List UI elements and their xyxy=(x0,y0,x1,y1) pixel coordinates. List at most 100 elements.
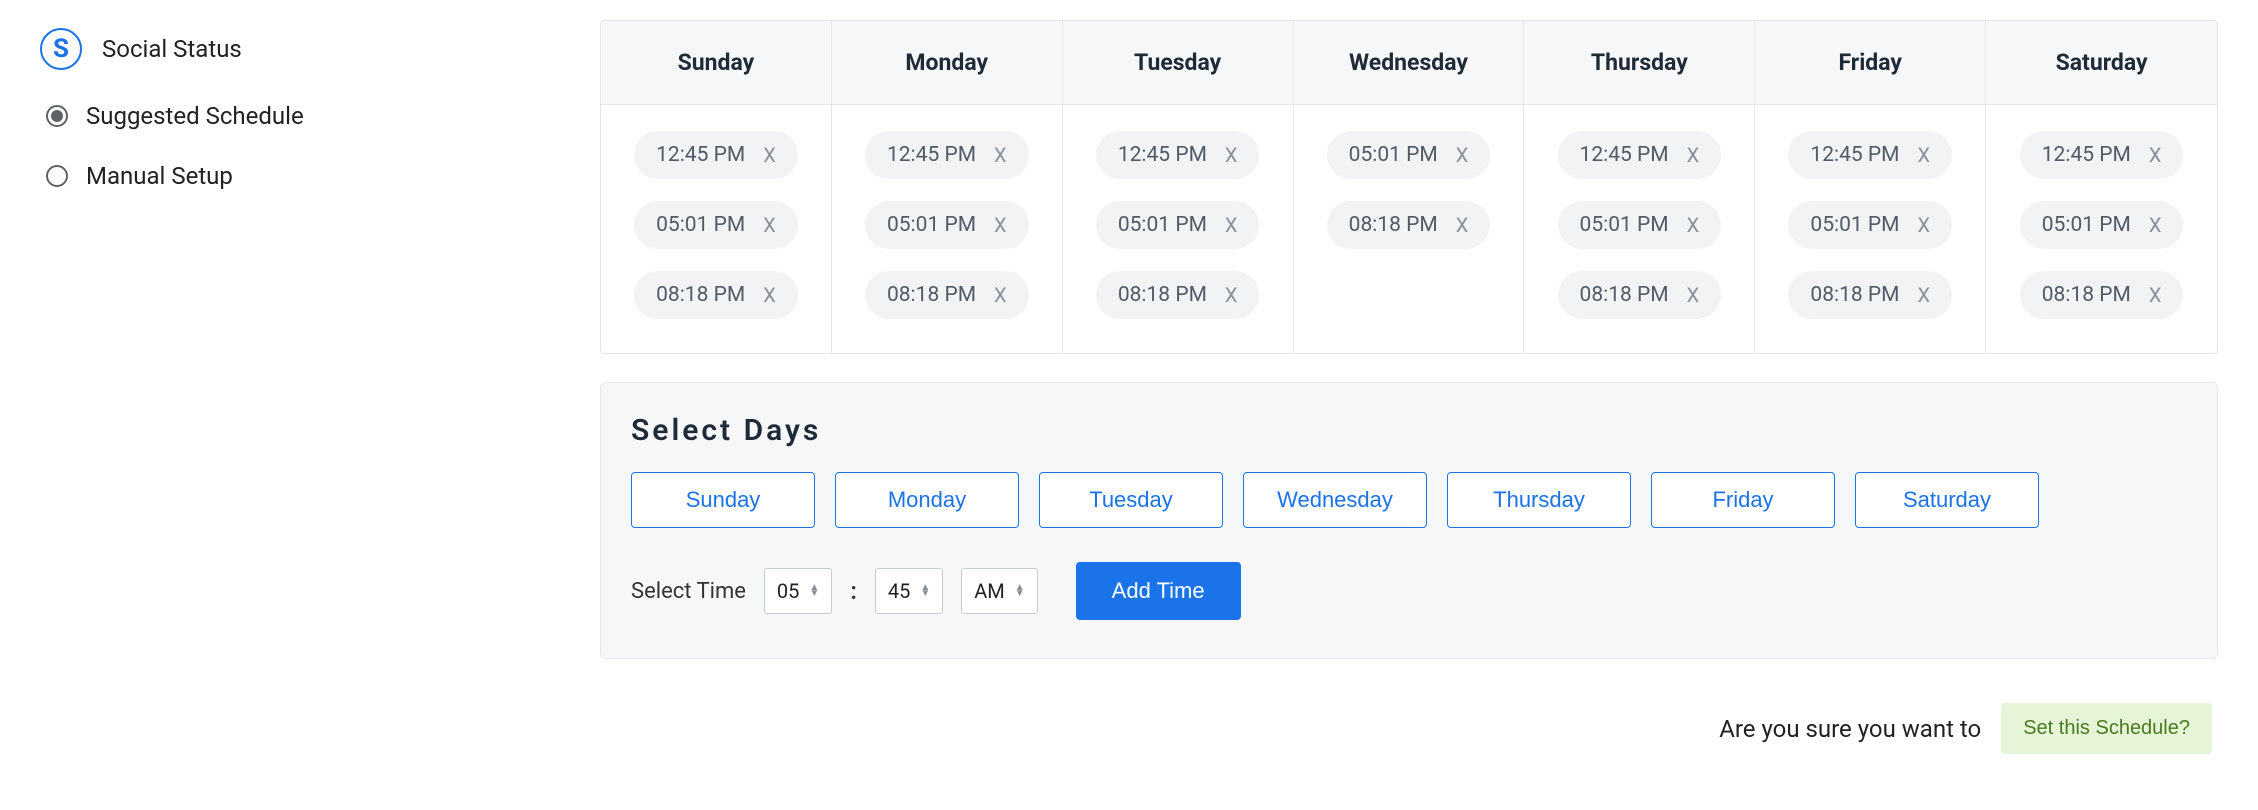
option-suggested-schedule[interactable]: Suggested Schedule xyxy=(46,102,600,130)
day-toggle-button[interactable]: Tuesday xyxy=(1039,472,1223,528)
time-chip-label: 05:01 PM xyxy=(887,213,976,237)
schedule-column: Sunday 12:45 PMX 05:01 PM X 08:18 PM X xyxy=(601,21,832,353)
remove-time-icon[interactable]: X xyxy=(1225,143,1238,167)
day-toggle-button[interactable]: Sunday xyxy=(631,472,815,528)
option-manual-setup[interactable]: Manual Setup xyxy=(46,162,600,190)
ampm-stepper[interactable]: AM ▲▼ xyxy=(961,568,1037,614)
time-chip: 08:18 PM X xyxy=(634,271,798,319)
day-toggle-button[interactable]: Monday xyxy=(835,472,1019,528)
day-toggle-button[interactable]: Wednesday xyxy=(1243,472,1427,528)
time-chip-label: 08:18 PM xyxy=(656,283,745,307)
remove-time-icon[interactable]: X xyxy=(994,143,1007,167)
remove-time-icon[interactable]: X xyxy=(1687,143,1700,167)
stepper-arrows-icon: ▲▼ xyxy=(809,585,819,597)
remove-time-icon[interactable]: X xyxy=(1917,143,1930,167)
remove-time-icon[interactable]: X xyxy=(2149,283,2162,307)
time-chip-label: 05:01 PM xyxy=(2042,213,2131,237)
remove-time-icon[interactable]: X xyxy=(1917,283,1930,307)
schedule-column: Monday12:45 PMX05:01 PMX08:18 PMX xyxy=(832,21,1063,353)
radio-selected-dot xyxy=(51,110,63,122)
schedule-column-header: Wednesday xyxy=(1294,21,1524,105)
schedule-column-body: 12:45 PM X 05:01 PM X 08:18 PM X xyxy=(1063,105,1293,353)
add-time-button[interactable]: Add Time xyxy=(1076,562,1241,620)
time-chip: 12:45 PMX xyxy=(865,131,1029,179)
remove-time-icon[interactable]: X xyxy=(1456,213,1469,237)
stepper-arrows-icon: ▲▼ xyxy=(920,585,930,597)
day-toggle-button[interactable]: Thursday xyxy=(1447,472,1631,528)
time-chip-label: 12:45 PM xyxy=(1810,143,1899,167)
set-schedule-button[interactable]: Set this Schedule? xyxy=(2001,703,2212,754)
brand-logo: S xyxy=(40,28,82,70)
time-chip: 08:18 PM X xyxy=(1788,271,1952,319)
day-toggle-button[interactable]: Saturday xyxy=(1855,472,2039,528)
time-chip: 12:45 PM X xyxy=(1096,131,1260,179)
day-buttons-row: Sunday Monday Tuesday Wednesday Thursday Frid… xyxy=(631,472,2187,528)
confirm-row: Are you sure you want to Set this Schedu… xyxy=(600,703,2218,754)
remove-time-icon[interactable]: X xyxy=(1917,213,1930,237)
remove-time-icon[interactable]: X xyxy=(763,213,776,237)
time-chip-label: 12:45 PM xyxy=(1580,143,1669,167)
time-chip-label: 12:45 PM xyxy=(1118,143,1207,167)
remove-time-icon[interactable]: X xyxy=(1456,143,1469,167)
schedule-column-header: Friday xyxy=(1755,21,1985,105)
remove-time-icon[interactable]: X xyxy=(994,213,1007,237)
schedule-column-body: 12:45 PMX 05:01 PM X 08:18 PM X xyxy=(832,105,1062,353)
schedule-column: Thursday 12:45 PM X 05:01 PM X 08:18 PM X xyxy=(1524,21,1755,353)
option-label: Suggested Schedule xyxy=(86,102,304,130)
time-chip: 12:45 PM X xyxy=(1788,131,1952,179)
select-time-label: Select Time xyxy=(631,579,746,604)
schedule-column: Saturday12:45 PMX05:01 PMX08:18 PMX xyxy=(1986,21,2217,353)
time-chip-label: 12:45 PM xyxy=(2042,143,2131,167)
time-chip: 08:18 PM X xyxy=(1558,271,1722,319)
time-chip: 05:01 PM X xyxy=(1558,201,1722,249)
select-time-row: Select Time 05 ▲▼ : 45 ▲▼ AM ▲▼ Add Time xyxy=(631,562,2187,620)
radio-icon xyxy=(46,165,68,187)
schedule-column-body: 12:45 PM X 05:01 PM X 08:18 PM X xyxy=(1524,105,1754,353)
day-toggle-button[interactable]: Friday xyxy=(1651,472,1835,528)
time-chip: 05:01 PMX xyxy=(1788,201,1952,249)
time-chip-label: 08:18 PM xyxy=(887,283,976,307)
hour-stepper[interactable]: 05 ▲▼ xyxy=(764,568,832,614)
remove-time-icon[interactable]: X xyxy=(2149,213,2162,237)
time-chip-label: 05:01 PM xyxy=(1118,213,1207,237)
main-content: Sunday 12:45 PM X 05:01 PM X 08:18 PM X Monday 1… xyxy=(600,20,2218,754)
time-chip-label: 08:18 PM xyxy=(1349,213,1438,237)
schedule-column-header: Sunday xyxy=(601,21,831,105)
schedule-column-body: 12:45 PMX05:01 PMX08:18 PMX xyxy=(1755,105,1985,353)
time-chip-label: 05:01 PM xyxy=(1349,143,1438,167)
schedule-column: Wednesday 05:01 PM X 08:18 PM X xyxy=(1294,21,1525,353)
time-chip: 12:45 PMX xyxy=(634,131,798,179)
schedule-column-body: 12:45 PMX05:01 PMX08:18 PMX xyxy=(1986,105,2217,353)
time-chip: 08:18 PMX xyxy=(2020,271,2184,319)
time-chip-label: 05:01 PM xyxy=(1580,213,1669,237)
time-chip: 08:18 PM X xyxy=(1096,271,1260,319)
remove-time-icon[interactable]: X xyxy=(763,283,776,307)
sidebar: S Social Status Suggested Schedule Manua… xyxy=(40,20,600,754)
brand-name: Social Status xyxy=(102,35,242,63)
option-label: Manual Setup xyxy=(86,162,233,190)
radio-icon xyxy=(46,105,68,127)
remove-time-icon[interactable]: X xyxy=(1687,283,1700,307)
ampm-value: AM xyxy=(974,579,1005,603)
remove-time-icon[interactable]: X xyxy=(1225,213,1238,237)
time-chip: 08:18 PM X xyxy=(865,271,1029,319)
select-days-title: Select Days xyxy=(631,413,2187,448)
remove-time-icon[interactable]: X xyxy=(763,143,776,167)
time-chip: 05:01 PM X xyxy=(865,201,1029,249)
time-colon: : xyxy=(850,577,857,605)
time-chip-label: 08:18 PM xyxy=(1118,283,1207,307)
time-chip-label: 08:18 PM xyxy=(1810,283,1899,307)
select-days-panel: Select Days Sunday Monday Tuesday Wednesday… xyxy=(600,382,2218,659)
minute-value: 45 xyxy=(888,579,910,603)
minute-stepper[interactable]: 45 ▲▼ xyxy=(875,568,943,614)
remove-time-icon[interactable]: X xyxy=(994,283,1007,307)
time-chip: 05:01 PM X xyxy=(2020,201,2184,249)
remove-time-icon[interactable]: X xyxy=(1225,283,1238,307)
remove-time-icon[interactable]: X xyxy=(1687,213,1700,237)
time-chip-label: 08:18 PM xyxy=(1580,283,1669,307)
schedule-column-header: Thursday xyxy=(1524,21,1754,105)
time-chip-label: 05:01 PM xyxy=(656,213,745,237)
hour-value: 05 xyxy=(777,579,799,603)
remove-time-icon[interactable]: X xyxy=(2149,143,2162,167)
time-chip: 12:45 PM X xyxy=(1558,131,1722,179)
